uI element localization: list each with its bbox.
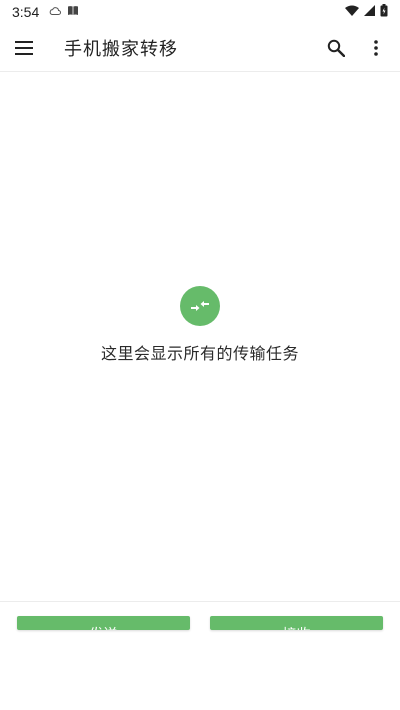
- wifi-icon: [345, 5, 359, 20]
- send-button-label: 发送: [90, 622, 118, 630]
- send-button[interactable]: 发送: [17, 616, 190, 630]
- receive-button-label: 接收: [283, 622, 311, 630]
- status-time: 3:54: [12, 4, 40, 20]
- more-options-icon[interactable]: [364, 36, 388, 60]
- cloud-notification-icon: [49, 5, 62, 20]
- cell-signal-icon: [364, 4, 375, 20]
- empty-state: 这里会显示所有的传输任务: [0, 72, 400, 602]
- search-icon[interactable]: [324, 36, 348, 60]
- page-title: 手机搬家转移: [64, 38, 178, 60]
- menu-icon[interactable]: [12, 36, 36, 60]
- bottom-action-bar: 发送 接收: [0, 601, 400, 710]
- app-bar: 手机搬家转移: [0, 24, 400, 72]
- receive-button[interactable]: 接收: [210, 616, 383, 630]
- status-bar: 3:54: [0, 0, 400, 24]
- empty-state-message: 这里会显示所有的传输任务: [100, 344, 299, 363]
- transfer-arrows-icon: [180, 286, 220, 326]
- book-notification-icon: [67, 5, 79, 20]
- battery-icon: [380, 3, 388, 21]
